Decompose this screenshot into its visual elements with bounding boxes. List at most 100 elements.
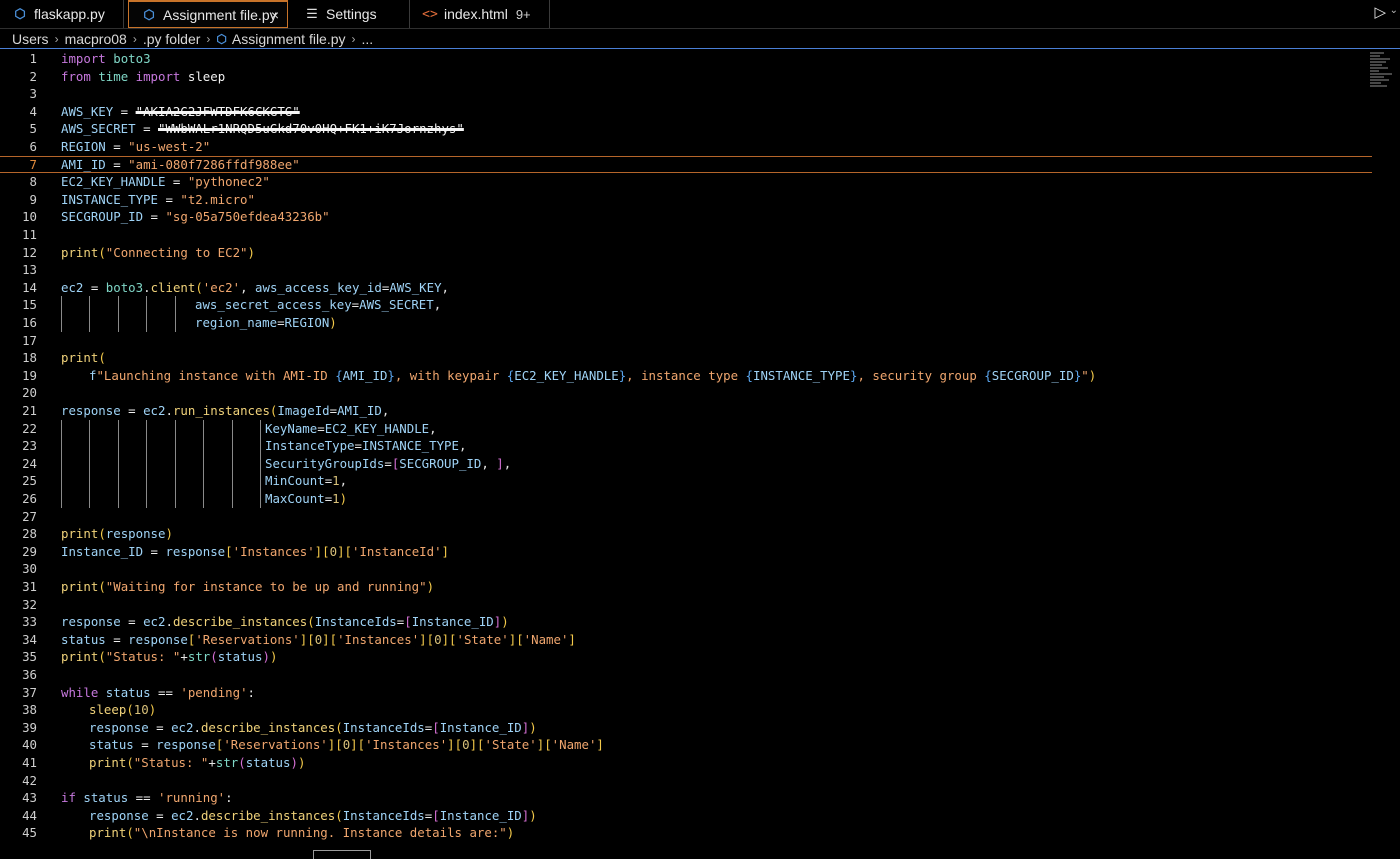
code-line[interactable]: 21 response = ec2.run_instances(ImageId=A… [0, 402, 1372, 420]
code-line[interactable]: 13 [0, 261, 1372, 279]
number: 0 [462, 737, 470, 753]
code-line[interactable]: 37 while status == 'pending': [0, 684, 1372, 702]
parameter: aws_access_key_id [255, 279, 382, 295]
problems-badge: 9+ [515, 6, 531, 22]
tab-settings[interactable]: ☰ Settings [292, 0, 410, 28]
tab-label: Assignment file.py [163, 6, 277, 23]
code-line[interactable]: 4 AWS_KEY = "AKIA2G2JFWTDFK6CKGTG" [0, 103, 1372, 121]
code-line[interactable]: 8 EC2_KEY_HANDLE = "pythonec2" [0, 173, 1372, 191]
chevron-right-icon: › [132, 31, 137, 46]
code-line[interactable]: 11 [0, 226, 1372, 244]
string: , with keypair [394, 367, 507, 383]
line-number: 14 [22, 279, 37, 295]
line-number: 25 [22, 473, 37, 489]
tab-assignment-file[interactable]: ⬡ Assignment file.py × [128, 0, 288, 28]
code-line[interactable]: 39 response = ec2.describe_instances(Inst… [0, 719, 1372, 737]
code-line[interactable]: 38 sleep(10) [0, 701, 1372, 719]
indent-guide [146, 490, 147, 508]
function: run_instances [172, 403, 270, 418]
operator: = [165, 174, 188, 190]
current-code-line[interactable]: 7 AMI_ID = "ami-080f7286ffdf988ee" [0, 155, 1372, 174]
breadcrumb-item[interactable]: macpro08 [65, 31, 127, 47]
indent-guide [61, 472, 62, 490]
line-number: 33 [22, 614, 37, 630]
code-line[interactable]: 44 response = ec2.describe_instances(Inst… [0, 807, 1372, 825]
code-line[interactable]: 45 print("\nInstance is now running. Inst… [0, 824, 1372, 842]
code-line[interactable]: 19 f"Launching instance with AMI-ID {AMI_… [0, 367, 1372, 385]
indent-guide [146, 454, 147, 473]
code-line[interactable]: 9 INSTANCE_TYPE = "t2.micro" [0, 191, 1372, 209]
line-number: 22 [22, 420, 37, 436]
panel-tab[interactable] [313, 850, 371, 859]
constant: REGION [61, 139, 106, 154]
code-line[interactable]: 34 status = response['Reservations'][0]['… [0, 631, 1372, 649]
line-number: 16 [22, 315, 37, 330]
number: 0 [434, 631, 442, 647]
function: describe_instances [172, 614, 308, 630]
breadcrumb-item[interactable]: Users [12, 31, 49, 47]
code-line[interactable]: 22 KeyName=EC2_KEY_HANDLE, [0, 419, 1372, 438]
identifier: sleep [187, 68, 226, 84]
code-line[interactable]: 16 region_name=REGION) [0, 314, 1372, 332]
constant: EC2_KEY_HANDLE [514, 367, 619, 383]
string: 'pending' [180, 684, 248, 700]
code-line[interactable]: 2 from time import sleep [0, 68, 1372, 86]
breadcrumb-item[interactable]: .py folder [143, 31, 201, 47]
indent-guide [89, 419, 90, 438]
line-number: 27 [22, 508, 37, 524]
tab-index-html[interactable]: <> index.html 9+ [410, 0, 550, 28]
identifier: status [83, 790, 129, 806]
code-line[interactable]: 31 print("Waiting for instance to be up a… [0, 578, 1372, 596]
code-line[interactable]: 1 import boto3 [0, 50, 1372, 68]
line-number: 10 [22, 209, 37, 225]
code-line[interactable]: 24 SecurityGroupIds=[SECGROUP_ID, ], [0, 454, 1372, 473]
code-line[interactable]: 40 status = response['Reservations'][0]['… [0, 736, 1372, 754]
string: "Status: " [105, 649, 181, 665]
keyword: if [61, 790, 76, 806]
chevron-down-icon[interactable]: ⌄ [1390, 5, 1398, 16]
indent-guide [118, 314, 119, 332]
string: 'Name' [551, 737, 597, 753]
chevron-right-icon: › [206, 31, 211, 46]
tab-flaskapp[interactable]: ⬡ flaskapp.py [0, 0, 124, 28]
code-line[interactable]: 26 MaxCount=1) [0, 490, 1372, 508]
code-editor[interactable]: 1 import boto3 2 from time import sleep 3 … [0, 50, 1400, 850]
line-number: 45 [22, 825, 37, 841]
code-line[interactable]: 43 if status == 'running': [0, 789, 1372, 807]
code-line[interactable]: 35 print("Status: "+str(status)) [0, 648, 1372, 666]
constant: EC2_KEY_HANDLE [61, 174, 166, 190]
code-line[interactable]: 30 [0, 560, 1372, 578]
code-line[interactable]: 3 [0, 85, 1372, 103]
run-icon[interactable]: ▷ [1374, 3, 1386, 21]
code-line[interactable]: 14 ec2 = boto3.client('ec2', aws_access_k… [0, 279, 1372, 297]
code-line[interactable]: 33 response = ec2.describe_instances(Inst… [0, 613, 1372, 631]
bottom-panel-edge [0, 850, 1400, 859]
code-line[interactable]: 25 MinCount=1, [0, 472, 1372, 490]
minimap[interactable] [1370, 52, 1394, 142]
tab-label: Settings [326, 6, 377, 22]
code-line[interactable]: 10 SECGROUP_ID = "sg-05a750efdea43236b" [0, 208, 1372, 226]
breadcrumb-item[interactable]: Assignment file.py [232, 31, 346, 47]
line-number: 38 [22, 702, 37, 718]
code-line[interactable]: 12 print("Connecting to EC2") [0, 244, 1372, 262]
code-line[interactable]: 32 [0, 596, 1372, 614]
indent-guide [260, 437, 261, 455]
code-line[interactable]: 42 [0, 772, 1372, 790]
code-line[interactable]: 17 [0, 332, 1372, 350]
code-line[interactable]: 28 print(response) [0, 525, 1372, 543]
code-line[interactable]: 36 [0, 666, 1372, 684]
close-icon[interactable]: × [271, 7, 279, 23]
code-line[interactable]: 27 [0, 508, 1372, 526]
parameter: ImageId [277, 403, 330, 418]
operator: == [128, 790, 158, 806]
code-line[interactable]: 15 aws_secret_access_key=AWS_SECRET, [0, 296, 1372, 314]
code-line[interactable]: 20 [0, 384, 1372, 402]
code-line[interactable]: 6 REGION = "us-west-2" [0, 138, 1372, 156]
code-line[interactable]: 5 AWS_SECRET = "WWbWALr1NRQD5uGkd70v0HQ+F… [0, 120, 1372, 138]
breadcrumb-item[interactable]: ... [362, 31, 374, 47]
code-line[interactable]: 41 print("Status: "+str(status)) [0, 754, 1372, 772]
line-number: 43 [22, 790, 37, 806]
code-line[interactable]: 29 Instance_ID = response['Instances'][0]… [0, 543, 1372, 561]
code-line[interactable]: 18 print( [0, 349, 1372, 367]
code-line[interactable]: 23 InstanceType=INSTANCE_TYPE, [0, 437, 1372, 455]
